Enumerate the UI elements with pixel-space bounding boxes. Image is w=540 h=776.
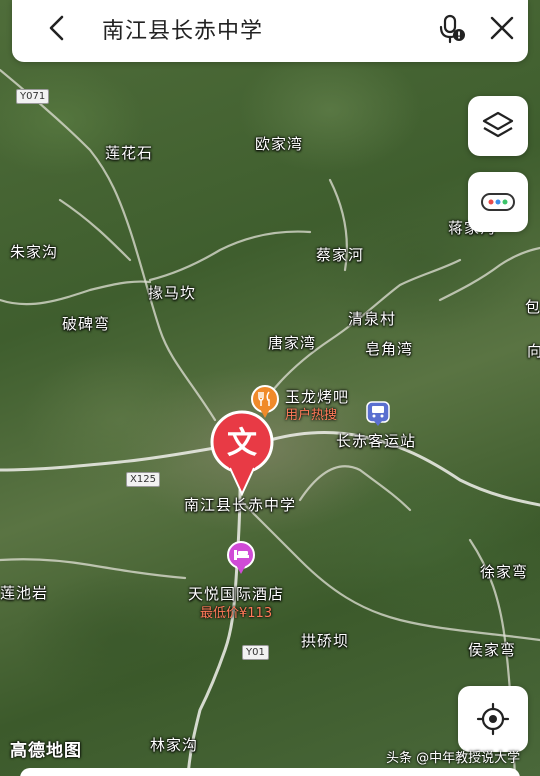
road-badge-y01: Y01 bbox=[242, 645, 269, 660]
place-label[interactable]: 欧家湾 bbox=[255, 133, 303, 154]
place-label[interactable]: 清泉村 bbox=[348, 308, 396, 329]
locate-icon bbox=[476, 702, 510, 736]
place-label[interactable]: 徐家弯 bbox=[480, 561, 528, 582]
poi-yulong-sub: 用户热搜 bbox=[285, 408, 338, 423]
microphone-icon bbox=[439, 14, 465, 44]
more-tools-button[interactable] bbox=[468, 172, 528, 232]
place-label[interactable]: 莲花石 bbox=[105, 142, 153, 163]
place-label[interactable]: 侯家弯 bbox=[468, 639, 516, 660]
close-button[interactable] bbox=[482, 8, 522, 48]
poi-hotel-name[interactable]: 天悦国际酒店 bbox=[188, 583, 284, 604]
chevron-left-icon bbox=[49, 15, 64, 41]
road-badge-y071: Y071 bbox=[16, 89, 50, 104]
marker-glyph: 文 bbox=[227, 426, 257, 461]
bus-icon bbox=[366, 401, 390, 426]
layers-button[interactable] bbox=[468, 96, 528, 156]
place-label[interactable]: 蔡家河 bbox=[316, 244, 364, 265]
map-logo: 高德地图 bbox=[10, 741, 82, 760]
place-label[interactable]: 朱家沟 bbox=[10, 241, 58, 262]
place-label[interactable]: 向 bbox=[527, 340, 540, 361]
more-dots-icon bbox=[481, 193, 515, 211]
bed-icon bbox=[227, 541, 255, 574]
place-label[interactable]: 莲池岩 bbox=[0, 582, 48, 603]
poi-hotel-price: 最低价¥113 bbox=[200, 606, 273, 621]
search-query[interactable]: 南江县长赤中学 bbox=[102, 13, 263, 45]
place-label[interactable]: 唐家湾 bbox=[268, 332, 316, 353]
back-button[interactable] bbox=[38, 8, 78, 48]
poi-hotel-pin[interactable] bbox=[226, 540, 256, 576]
voice-search-button[interactable] bbox=[432, 8, 472, 48]
place-label[interactable]: 林家沟 bbox=[150, 734, 198, 755]
watermark: 头条 @中年教授说大学 bbox=[386, 751, 521, 766]
layers-icon bbox=[482, 111, 514, 138]
selected-location-name[interactable]: 南江县长赤中学 bbox=[184, 494, 296, 515]
place-label[interactable]: 包 bbox=[525, 296, 540, 317]
place-label[interactable]: 破碑弯 bbox=[62, 313, 110, 334]
locate-button[interactable] bbox=[458, 686, 528, 752]
selected-location-marker[interactable]: 文 bbox=[210, 410, 274, 497]
place-label[interactable]: 掾马坎 bbox=[148, 282, 196, 303]
poi-station-pin[interactable] bbox=[366, 401, 390, 427]
poi-station-name[interactable]: 长赤客运站 bbox=[336, 430, 416, 451]
close-icon bbox=[490, 16, 514, 40]
bottom-sheet-handle[interactable] bbox=[20, 768, 520, 776]
search-bar[interactable]: 南江县长赤中学 bbox=[12, 0, 528, 62]
place-label[interactable]: 拱硚坝 bbox=[301, 630, 349, 651]
place-label[interactable]: 皂角湾 bbox=[365, 338, 413, 359]
road-badge-x125: X125 bbox=[126, 472, 160, 487]
